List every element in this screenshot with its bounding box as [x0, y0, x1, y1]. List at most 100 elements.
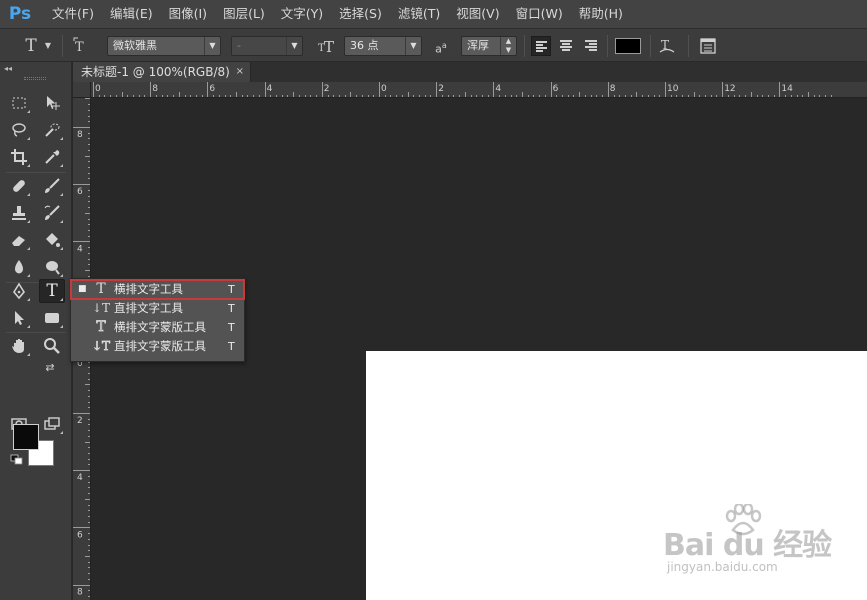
ruler-label: 6 — [77, 530, 83, 540]
text-color-swatch[interactable] — [615, 38, 641, 54]
antialias-suffix: a — [441, 41, 447, 50]
align-right-button[interactable] — [581, 36, 601, 56]
type-tool-button[interactable]: T — [39, 279, 65, 303]
blur-tool-icon[interactable] — [7, 256, 31, 278]
font-size-icon: TT — [316, 36, 338, 56]
menu-edit[interactable]: 编辑(E) — [102, 0, 161, 28]
flyout-item-label: 横排文字蒙版工具 — [114, 320, 206, 334]
horizontal-type-icon: T — [96, 281, 106, 297]
flyout-item-shortcut: T — [228, 321, 235, 334]
collapse-panel-icon[interactable]: ◂◂ — [4, 64, 12, 73]
flyout-item-horizontal-type[interactable]: ■ T 横排文字工具 T — [70, 279, 245, 300]
character-panel-icon[interactable] — [697, 36, 719, 56]
type-tool-preset-icon[interactable]: T — [20, 36, 42, 56]
watermark-logo-text: Bai du 经验 — [663, 528, 832, 563]
chevron-down-icon: ▼ — [204, 37, 220, 55]
menu-window[interactable]: 窗口(W) — [508, 0, 571, 28]
toggle-text-orientation-icon[interactable]: T — [70, 36, 94, 56]
menu-bar: Ps 文件(F) 编辑(E) 图像(I) 图层(L) 文字(Y) 选择(S) 滤… — [0, 0, 867, 28]
menu-view[interactable]: 视图(V) — [448, 0, 507, 28]
lasso-tool-icon[interactable] — [7, 119, 31, 141]
document-tab[interactable]: 未标题-1 @ 100%(RGB/8) × — [73, 62, 251, 82]
move-tool-icon[interactable] — [40, 92, 64, 114]
rectangle-tool-icon[interactable] — [40, 307, 64, 329]
svg-text:T: T — [75, 40, 84, 55]
ruler-label: 14 — [781, 84, 793, 94]
vertical-type-mask-icon: ↓T — [92, 339, 111, 354]
ruler-origin[interactable] — [73, 82, 91, 98]
ruler-label: 4 — [267, 84, 273, 94]
brush-tool-icon[interactable] — [40, 175, 64, 197]
eraser-tool-icon[interactable] — [7, 229, 31, 251]
hand-tool-icon[interactable] — [7, 335, 31, 357]
ruler-label: 8 — [77, 130, 83, 140]
zoom-tool-icon[interactable] — [40, 335, 64, 357]
screen-mode-icon[interactable] — [40, 413, 64, 435]
preset-chevron-down-icon[interactable]: ▼ — [42, 36, 54, 56]
ruler-label: 2 — [438, 84, 444, 94]
flyout-item-shortcut: T — [228, 340, 235, 353]
antialias-dropdown[interactable]: 浑厚 ▲ ▼ — [461, 36, 517, 56]
flyout-item-label: 直排文字工具 — [114, 301, 183, 315]
menu-type[interactable]: 文字(Y) — [273, 0, 331, 28]
eyedropper-tool-icon[interactable] — [40, 146, 64, 168]
ruler-label: 0 — [381, 84, 387, 94]
document-tab-title: 未标题-1 @ 100%(RGB/8) — [81, 65, 230, 79]
ruler-label: 4 — [495, 84, 501, 94]
photoshop-logo: Ps — [8, 4, 32, 24]
selected-bullet-icon: ■ — [78, 284, 87, 294]
ruler-label: 6 — [553, 84, 559, 94]
svg-text:T: T — [324, 38, 334, 56]
align-center-button[interactable] — [556, 36, 576, 56]
menu-image[interactable]: 图像(I) — [161, 0, 215, 28]
horizontal-ruler-ticks: 0 8 6 4 2 0 2 4 6 8 10 12 14 — [93, 82, 832, 97]
type-tool-flyout-menu: ■ T 横排文字工具 T ↓T 直排文字工具 T T 横排文字蒙版工具 T ↓T… — [70, 278, 245, 362]
menu-layer[interactable]: 图层(L) — [215, 0, 273, 28]
ruler-label: 6 — [77, 187, 83, 197]
default-colors-icon[interactable] — [10, 454, 24, 466]
dodge-tool-icon[interactable] — [40, 256, 64, 278]
flyout-item-vertical-type[interactable]: ↓T 直排文字工具 T — [71, 299, 244, 318]
baidu-jingyan-watermark: Bai du 经验 jingyan.baidu.com — [663, 500, 833, 585]
history-brush-tool-icon[interactable] — [40, 202, 64, 224]
ruler-label: 0 — [95, 84, 101, 94]
path-selection-tool-icon[interactable] — [7, 307, 31, 329]
paint-bucket-tool-icon[interactable] — [40, 229, 64, 251]
close-icon[interactable]: × — [236, 62, 244, 82]
font-family-dropdown[interactable]: 微软雅黑 ▼ — [107, 36, 221, 56]
horizontal-ruler[interactable]: 0 8 6 4 2 0 2 4 6 8 10 12 14 — [91, 82, 867, 98]
ruler-label: 6 — [209, 84, 215, 94]
chevron-down-icon: ▼ — [286, 37, 302, 55]
menu-select[interactable]: 选择(S) — [331, 0, 390, 28]
swap-colors-icon[interactable]: ⇄ — [42, 360, 58, 374]
toolbar-divider — [6, 172, 66, 173]
flyout-item-label: 横排文字工具 — [114, 282, 183, 296]
menu-help[interactable]: 帮助(H) — [571, 0, 631, 28]
flyout-item-vertical-type-mask[interactable]: ↓T 直排文字蒙版工具 T — [71, 337, 244, 356]
foreground-color-swatch[interactable] — [13, 424, 39, 450]
pen-tool-icon[interactable] — [7, 280, 31, 302]
ruler-label: 2 — [77, 416, 83, 426]
font-size-dropdown[interactable]: 36 点 ▼ — [344, 36, 422, 56]
options-divider — [607, 35, 608, 57]
ruler-label: 12 — [724, 84, 735, 94]
marquee-tool-icon[interactable] — [7, 92, 31, 114]
crop-tool-icon[interactable] — [7, 146, 31, 168]
ruler-label: 4 — [77, 244, 83, 254]
font-style-dropdown[interactable]: - ▼ — [231, 36, 303, 56]
document-tab-bar: 未标题-1 @ 100%(RGB/8) × — [73, 62, 867, 82]
clone-stamp-tool-icon[interactable] — [7, 202, 31, 224]
healing-brush-tool-icon[interactable] — [7, 175, 31, 197]
menu-file[interactable]: 文件(F) — [44, 0, 102, 28]
warp-text-icon[interactable]: T — [656, 36, 678, 56]
antialias-icon: aa — [430, 36, 452, 56]
panel-grip[interactable] — [24, 77, 46, 80]
type-tool-icon: T — [46, 281, 58, 301]
ruler-label: 8 — [152, 84, 158, 94]
quick-selection-tool-icon[interactable] — [40, 119, 64, 141]
flyout-item-horizontal-type-mask[interactable]: T 横排文字蒙版工具 T — [71, 318, 244, 337]
options-bar: T ▼ T 微软雅黑 ▼ - ▼ TT 36 点 ▼ aa 浑厚 ▲ ▼ T — [0, 28, 867, 62]
menu-filter[interactable]: 滤镜(T) — [390, 0, 448, 28]
align-left-button[interactable] — [531, 36, 551, 56]
ruler-label: 8 — [77, 588, 83, 598]
